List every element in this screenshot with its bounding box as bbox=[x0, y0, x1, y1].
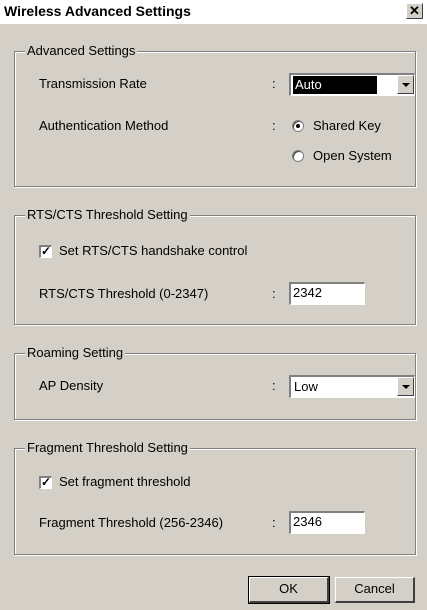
fragment-threshold-group: Fragment Threshold Setting ✓ Set fragmen… bbox=[14, 440, 416, 555]
radio-open-system-label[interactable]: Open System bbox=[313, 148, 392, 164]
window-title: Wireless Advanced Settings bbox=[4, 3, 191, 19]
title-bar: Wireless Advanced Settings ✕ bbox=[0, 0, 427, 24]
rts-cts-threshold-input[interactable]: 2342 bbox=[289, 282, 365, 305]
chevron-down-icon[interactable] bbox=[397, 75, 414, 94]
rts-cts-colon: : bbox=[272, 286, 276, 301]
ap-density-value: Low bbox=[294, 379, 318, 394]
auth-method-colon: : bbox=[272, 118, 276, 133]
roaming-group: Roaming Setting AP Density : Low bbox=[14, 345, 416, 420]
ap-density-select[interactable]: Low bbox=[289, 375, 415, 398]
radio-open-system[interactable] bbox=[292, 150, 304, 162]
auth-method-label: Authentication Method bbox=[39, 118, 169, 133]
rts-cts-legend: RTS/CTS Threshold Setting bbox=[25, 207, 190, 223]
ap-density-colon: : bbox=[272, 378, 276, 393]
transmission-rate-select[interactable]: Auto bbox=[289, 73, 415, 96]
ok-button[interactable]: OK bbox=[248, 576, 330, 604]
wireless-advanced-settings-dialog: Wireless Advanced Settings ✕ Advanced Se… bbox=[0, 0, 427, 610]
transmission-rate-label: Transmission Rate bbox=[39, 76, 147, 91]
advanced-settings-group: Advanced Settings Transmission Rate : Au… bbox=[14, 43, 416, 187]
ap-density-label: AP Density bbox=[39, 378, 104, 393]
fragment-threshold-colon: : bbox=[272, 515, 276, 530]
rts-cts-checkbox-label[interactable]: Set RTS/CTS handshake control bbox=[59, 243, 247, 259]
fragment-threshold-checkbox[interactable]: ✓ bbox=[39, 476, 52, 489]
advanced-settings-legend: Advanced Settings bbox=[25, 43, 138, 59]
chevron-down-icon[interactable] bbox=[397, 377, 414, 396]
cancel-button[interactable]: Cancel bbox=[335, 577, 415, 603]
transmission-rate-colon: : bbox=[272, 76, 276, 91]
radio-shared-key[interactable] bbox=[292, 120, 304, 132]
close-icon: ✕ bbox=[409, 3, 420, 18]
radio-shared-key-label[interactable]: Shared Key bbox=[313, 118, 381, 134]
rts-cts-checkbox[interactable]: ✓ bbox=[39, 245, 52, 258]
rts-cts-threshold-label: RTS/CTS Threshold (0-2347) bbox=[39, 286, 209, 301]
fragment-threshold-checkbox-label[interactable]: Set fragment threshold bbox=[59, 474, 191, 490]
transmission-rate-value: Auto bbox=[293, 76, 377, 94]
rts-cts-group: RTS/CTS Threshold Setting ✓ Set RTS/CTS … bbox=[14, 207, 416, 325]
roaming-legend: Roaming Setting bbox=[25, 345, 126, 361]
fragment-threshold-legend: Fragment Threshold Setting bbox=[25, 440, 190, 456]
close-button[interactable]: ✕ bbox=[406, 3, 423, 19]
fragment-threshold-input[interactable]: 2346 bbox=[289, 511, 365, 534]
fragment-threshold-label: Fragment Threshold (256-2346) bbox=[39, 515, 224, 530]
